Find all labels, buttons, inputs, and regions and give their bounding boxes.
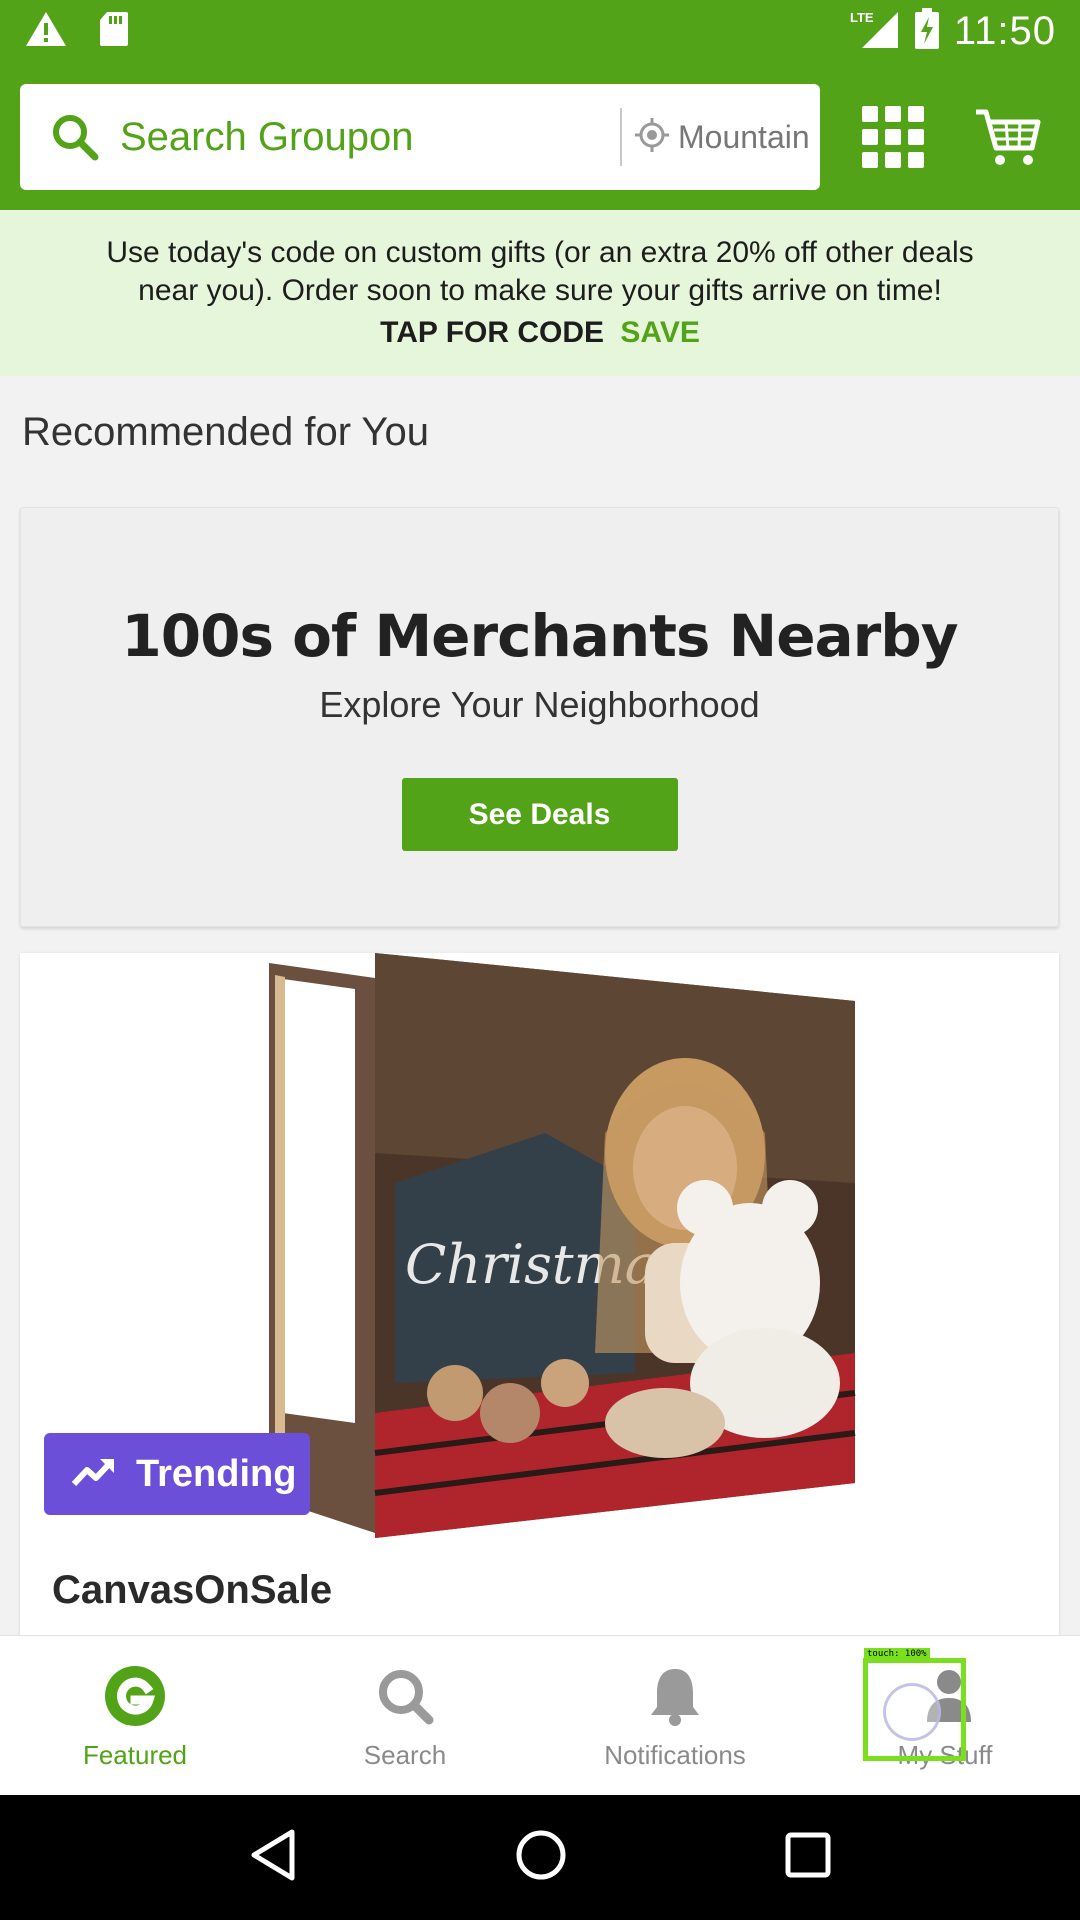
merchants-title: 100s of Merchants Nearby [121,602,958,670]
nav-notifications[interactable]: Notifications [540,1636,810,1795]
search-divider [620,108,622,166]
trending-up-icon [71,1457,116,1492]
promo-text-line-2: near you). Order soon to make sure your … [138,274,942,307]
clock: 11:50 [953,8,1056,53]
location-label: Mountain [678,118,810,155]
search-icon [20,112,120,162]
home-icon[interactable] [514,1828,568,1887]
nav-search-label: Search [363,1740,447,1770]
bell-icon [643,1664,707,1728]
nav-featured-label: Featured [82,1740,188,1770]
location-selector[interactable]: Mountain [634,117,820,158]
groupon-g-icon [103,1664,167,1728]
location-target-icon [634,117,670,158]
search-icon [373,1664,437,1728]
touch-ripple [883,1683,941,1741]
trending-label: Trending [136,1452,297,1495]
warning-icon [24,10,68,53]
recents-icon[interactable] [784,1831,832,1884]
merchants-subtitle: Explore Your Neighborhood [319,684,760,725]
tap-for-code-label: TAP FOR CODE [380,316,605,349]
sd-card-icon [98,10,130,53]
deal-card[interactable]: Christma Trending CanvasOnSale [20,953,1059,1653]
nav-search[interactable]: Search [270,1636,540,1795]
nav-featured[interactable]: Featured [0,1636,270,1795]
see-deals-button[interactable]: See Deals [401,778,678,851]
merchants-nearby-card[interactable]: 100s of Merchants Nearby Explore Your Ne… [20,507,1059,927]
search-bar[interactable]: Search Groupon Mountain [20,84,820,190]
promo-banner[interactable]: Use today's code on custom gifts (or an … [0,210,1080,376]
categories-grid-icon[interactable] [860,104,926,170]
status-bar: LTE 11:50 [0,0,1080,62]
section-title: Recommended for You [22,410,429,454]
battery-charging-icon [914,7,940,55]
nav-notifications-label: Notifications [604,1740,746,1770]
trending-badge: Trending [44,1433,310,1515]
system-navigation-bar [0,1795,1080,1920]
promo-code: SAVE [620,316,700,349]
back-icon[interactable] [248,1828,298,1887]
cart-icon[interactable] [972,102,1042,172]
promo-text-line-1: Use today's code on custom gifts (or an … [106,236,974,269]
app-header: Search Groupon Mountain [0,62,1080,210]
merchant-name: CanvasOnSale [52,1568,333,1612]
lte-signal-icon: LTE [850,8,900,55]
search-input[interactable]: Search Groupon [120,115,620,160]
svg-text:LTE: LTE [850,10,874,25]
promo-code-cta[interactable]: TAP FOR CODE SAVE [0,316,1080,350]
deal-image[interactable]: Christma [245,953,865,1538]
